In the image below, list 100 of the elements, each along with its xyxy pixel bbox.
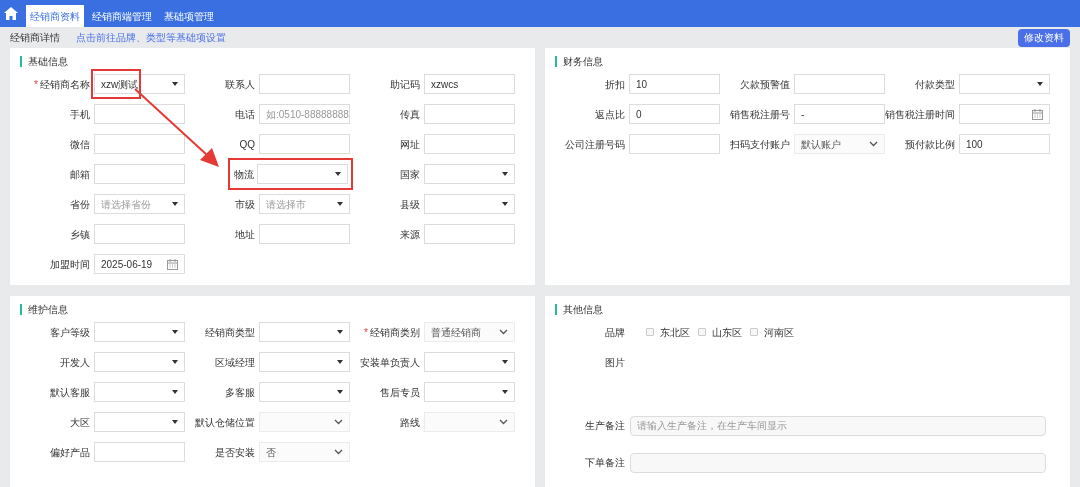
nav-tab[interactable]: 经销商端管理 [88,5,156,27]
field-label: 路线 [400,415,420,430]
required-mark: * [34,77,38,92]
field-label: 生产备注 [585,419,625,433]
field-label: 网址 [400,137,420,152]
text-field[interactable] [259,134,350,154]
field-label: 电话 [235,107,255,122]
select-field[interactable]: 默认账户 [794,134,885,154]
caret-icon [337,390,343,394]
dropdown-field[interactable] [424,352,515,372]
dropdown-field[interactable] [259,322,350,342]
field-label: 销售税注册号 [730,107,790,122]
caret-icon [172,330,178,334]
dropdown-field[interactable] [259,352,350,372]
text-field[interactable] [424,134,515,154]
field-label: 是否安装 [215,445,255,460]
nav-tab[interactable]: 经销商资料 [26,5,84,27]
text-field[interactable] [94,442,185,462]
text-field[interactable]: 0 [629,104,720,124]
field-label: 下单备注 [585,456,625,470]
checkbox[interactable] [646,328,654,336]
field-label: 经销商类别 [370,325,420,340]
dropdown-field[interactable]: xzw测试 [94,74,185,94]
edit-button[interactable]: 修改资料 [1018,28,1070,47]
section-marker [555,56,557,67]
text-field[interactable] [94,164,185,184]
field-label: 预付款比例 [905,137,955,152]
caret-icon [337,360,343,364]
field-label: 扫码支付账户 [730,137,790,152]
text-field[interactable] [424,104,515,124]
calendar-icon [167,258,178,270]
field-label: 多客服 [225,385,255,400]
dropdown-field[interactable] [94,322,185,342]
nav-tab[interactable]: 基础项管理 [160,5,218,27]
section-title: 基础信息 [28,55,68,69]
field-label: 付款类型 [915,77,955,92]
field-label: 折扣 [605,77,625,92]
caret-icon [172,360,178,364]
field-label: 联系人 [225,77,255,92]
field-label: 国家 [400,167,420,182]
caret-icon [502,360,508,364]
field-label: 经销商名称 [40,77,90,92]
text-field[interactable]: 10 [629,74,720,94]
dropdown-field[interactable] [259,382,350,402]
dropdown-field[interactable] [94,382,185,402]
caret-icon [172,420,178,424]
section-title: 维护信息 [28,303,68,317]
field-label: 图片 [605,355,625,370]
text-field[interactable]: xzwcs [424,74,515,94]
field-label: 传真 [400,107,420,122]
text-field[interactable] [259,74,350,94]
date-field[interactable] [959,104,1050,124]
note-textarea[interactable] [630,452,1046,473]
checkbox[interactable] [750,328,758,336]
home-icon[interactable] [4,7,18,20]
checkbox[interactable] [698,328,706,336]
section-marker [20,304,22,315]
field-label: 安装单负责人 [360,355,420,370]
text-field[interactable] [94,134,185,154]
text-field[interactable] [94,224,185,244]
select-field[interactable]: 否 [259,442,350,462]
text-field[interactable] [259,224,350,244]
select-field[interactable]: 普通经销商 [424,322,515,342]
field-label: 区域经理 [215,355,255,370]
text-field[interactable] [794,74,885,94]
chevron-icon [334,449,343,455]
field-label: 微信 [70,137,90,152]
checkbox-label: 东北区 [660,325,690,340]
dropdown-field[interactable] [94,352,185,372]
field-label: 经销商类型 [205,325,255,340]
caret-icon [337,330,343,334]
field-label: 大区 [70,415,90,430]
settings-link[interactable]: 点击前往品牌、类型等基础项设置 [76,30,226,45]
text-field[interactable]: - [794,104,885,124]
field-label: 售后专员 [380,385,420,400]
text-field[interactable] [94,104,185,124]
dropdown-field[interactable] [424,382,515,402]
select-field[interactable] [259,412,350,432]
dropdown-field[interactable] [959,74,1050,94]
text-field[interactable] [424,224,515,244]
field-label: 偏好产品 [50,445,90,460]
text-field[interactable] [629,134,720,154]
dropdown-field[interactable] [257,164,348,184]
field-label: 销售税注册时间 [885,107,955,122]
required-mark: * [364,325,368,340]
field-label: 欠款预警值 [740,77,790,92]
date-field[interactable]: 2025-06-19 [94,254,185,274]
dropdown-field[interactable] [424,164,515,184]
checkbox-label: 山东区 [712,325,742,340]
field-label: 县级 [400,197,420,212]
section-title: 其他信息 [563,303,603,317]
field-label: 市级 [235,197,255,212]
dropdown-field[interactable] [424,194,515,214]
field-label: 地址 [235,227,255,242]
dropdown-field[interactable] [94,412,185,432]
text-field[interactable]: 100 [959,134,1050,154]
caret-icon [502,390,508,394]
field-label: 默认客服 [50,385,90,400]
select-field[interactable] [424,412,515,432]
field-label: 开发人 [60,355,90,370]
